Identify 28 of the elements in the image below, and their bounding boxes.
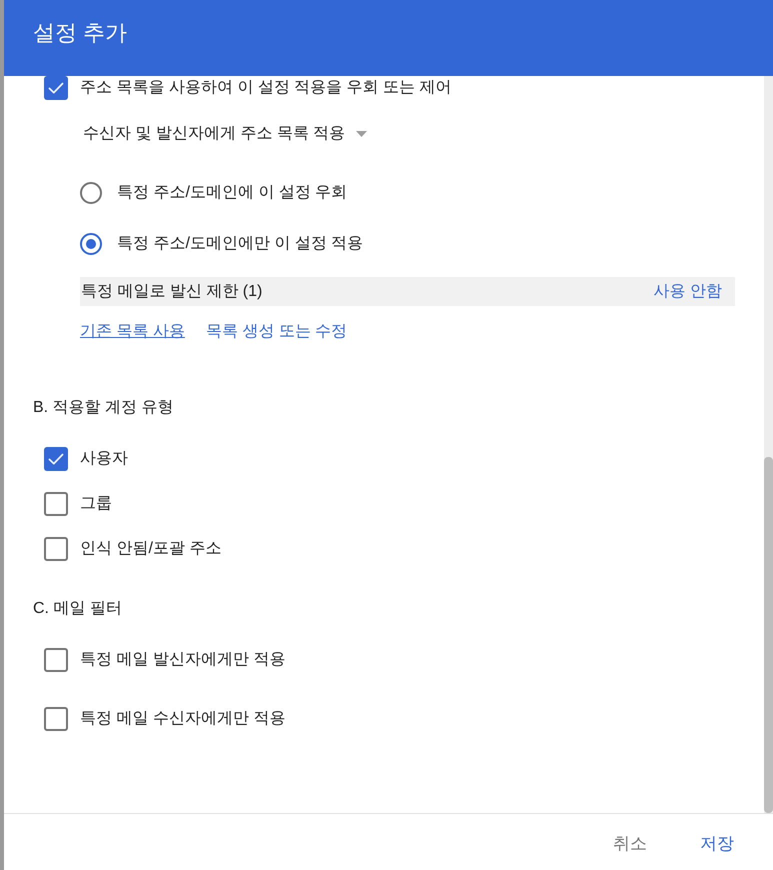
cancel-button[interactable]: 취소 (605, 828, 655, 860)
checkbox[interactable] (44, 537, 68, 561)
save-button[interactable]: 저장 (692, 828, 742, 860)
scrollbar-thumb[interactable] (764, 457, 773, 813)
checkbox[interactable] (44, 76, 68, 100)
radio-button[interactable] (80, 182, 102, 204)
option-label: 사용자 (80, 449, 128, 469)
dialog-title: 설정 추가 (33, 19, 128, 47)
option-label: 그룹 (80, 494, 112, 514)
radio-label: 특정 주소/도메인에만 이 설정 적용 (117, 234, 364, 254)
radio-label: 특정 주소/도메인에 이 설정 우회 (117, 183, 348, 203)
list-link[interactable]: 기존 목록 사용 (80, 320, 185, 344)
option-label: 인식 안됨/포괄 주소 (80, 539, 222, 559)
checkbox[interactable] (44, 447, 68, 471)
list-link[interactable]: 목록 생성 또는 수정 (206, 320, 348, 344)
section-heading: C. 메일 필터 (33, 599, 122, 619)
option-label: 특정 메일 발신자에게만 적용 (80, 650, 286, 670)
address-list-name: 특정 메일로 발신 제한 (1) (81, 282, 262, 302)
option-label: 특정 메일 수신자에게만 적용 (80, 709, 286, 729)
radio-button[interactable] (80, 233, 102, 255)
disable-link[interactable]: 사용 안함 (654, 280, 722, 304)
checkbox[interactable] (44, 707, 68, 731)
checkbox[interactable] (44, 492, 68, 516)
checkbox[interactable] (44, 648, 68, 672)
option-label: 주소 목록을 사용하여 이 설정 적용을 우회 또는 제어 (80, 78, 452, 98)
section-heading: B. 적용할 계정 유형 (33, 398, 174, 418)
caret-icon (356, 131, 368, 137)
address-list-dropdown[interactable]: 수신자 및 발신자에게 주소 목록 적용 (83, 122, 368, 146)
